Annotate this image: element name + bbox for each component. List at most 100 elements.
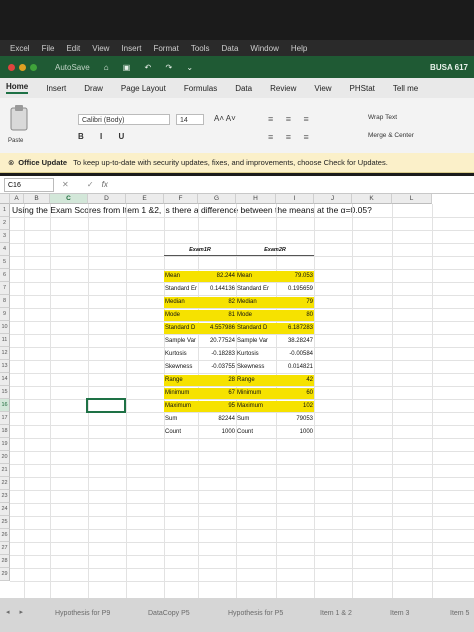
row-header-15[interactable]: 15 [0,386,10,399]
stats-value-1: 28 [198,375,236,386]
column-header-k[interactable]: K [352,194,392,204]
fx-icon[interactable]: fx [102,180,108,189]
mac-menu-window[interactable]: Window [250,44,278,53]
row-header-18[interactable]: 18 [0,425,10,438]
font-size-dropdown[interactable]: 14 [176,114,204,125]
tab-formulas[interactable]: Formulas [184,84,217,93]
row-header-27[interactable]: 27 [0,542,10,555]
stats-label-2: Minimum [236,388,276,399]
column-header-a[interactable]: A [10,194,24,204]
zoom-window-button[interactable] [30,63,37,71]
sheet-tab[interactable]: Item 5 [450,610,469,617]
row-header-25[interactable]: 25 [0,516,10,529]
row-header-10[interactable]: 10 [0,321,10,334]
sheet-tab[interactable]: Item 3 [390,610,409,617]
row-header-2[interactable]: 2 [0,217,10,230]
horizontal-align-buttons[interactable]: ≡ ≡ ≡ [268,132,314,142]
mac-menu-view[interactable]: View [92,44,109,53]
column-header-i[interactable]: I [276,194,314,204]
column-header-e[interactable]: E [126,194,164,204]
row-header-16[interactable]: 16 [0,399,10,412]
tab-data[interactable]: Data [235,84,252,93]
row-header-9[interactable]: 9 [0,308,10,321]
mac-menu-insert[interactable]: Insert [121,44,141,53]
row-gridline [10,321,474,322]
formula-controls[interactable]: ✕ ✓ [62,180,102,189]
row-header-13[interactable]: 13 [0,360,10,373]
stats-label-2: Standard Er [237,286,270,292]
font-name-dropdown[interactable]: Calibri (Body) [78,114,170,125]
font-grow-shrink-buttons[interactable]: A˄ A˅ [214,114,236,123]
select-all-corner[interactable] [0,194,10,204]
sheet-tab[interactable]: Hypothesis for P9 [55,610,110,617]
sheet-tab[interactable]: Item 1 & 2 [320,610,352,617]
wrap-text-button[interactable]: Wrap Text [368,114,397,121]
selected-cell[interactable] [86,398,126,413]
mac-menu-data[interactable]: Data [222,44,239,53]
tab-home[interactable]: Home [6,82,29,94]
column-header-c[interactable]: C [50,194,88,204]
row-header-12[interactable]: 12 [0,347,10,360]
row-header-21[interactable]: 21 [0,464,10,477]
row-header-29[interactable]: 29 [0,568,10,581]
worksheet-grid[interactable]: Using the Exam Scores from Item 1 &2, is… [0,194,474,598]
column-header-j[interactable]: J [314,194,352,204]
row-gridline [10,399,474,400]
row-header-11[interactable]: 11 [0,334,10,347]
merge-center-button[interactable]: Merge & Center [368,132,414,139]
stats-value-2: 79053 [296,416,313,422]
quick-access-toolbar[interactable]: ⌂ ▣ ↶ ↷ ⌄ [104,63,199,72]
column-header-g[interactable]: G [198,194,236,204]
mac-menu-excel[interactable]: Excel [10,44,30,53]
column-header-d[interactable]: D [88,194,126,204]
mac-menu-file[interactable]: File [42,44,55,53]
tab-insert[interactable]: Insert [46,84,66,93]
row-gridline [10,581,474,582]
close-icon[interactable]: ⊗ [8,158,14,167]
row-header-17[interactable]: 17 [0,412,10,425]
mac-menu-tools[interactable]: Tools [191,44,210,53]
row-header-22[interactable]: 22 [0,477,10,490]
column-header-f[interactable]: F [164,194,198,204]
autosave-toggle[interactable]: AutoSave [55,63,90,72]
sheet-tab[interactable]: DataCopy P5 [148,610,190,617]
tab-phstat[interactable]: PHStat [350,84,375,93]
row-header-3[interactable]: 3 [0,230,10,243]
stats-value-2: 60 [276,388,314,399]
sheet-tab[interactable]: Hypothesis for P5 [228,610,283,617]
row-header-28[interactable]: 28 [0,555,10,568]
close-window-button[interactable] [8,63,15,71]
vertical-align-buttons[interactable]: ≡ ≡ ≡ [268,114,314,124]
row-header-5[interactable]: 5 [0,256,10,269]
row-header-14[interactable]: 14 [0,373,10,386]
column-gridline [352,204,353,598]
name-box[interactable]: C16 [4,177,54,192]
sheet-nav-arrows[interactable]: ◂ ▸ [6,608,27,616]
row-header-1[interactable]: 1 [0,204,10,217]
column-header-h[interactable]: H [236,194,276,204]
mac-menu-help[interactable]: Help [291,44,307,53]
bold-italic-underline-buttons[interactable]: B I U [78,132,131,141]
mac-menu-format[interactable]: Format [153,44,178,53]
row-header-26[interactable]: 26 [0,529,10,542]
row-header-23[interactable]: 23 [0,490,10,503]
column-header-b[interactable]: B [24,194,50,204]
row-header-6[interactable]: 6 [0,269,10,282]
question-text: Using the Exam Scores from Item 1 &2, is… [12,205,372,215]
paste-icon[interactable] [8,104,30,134]
tab-review[interactable]: Review [270,84,296,93]
row-header-20[interactable]: 20 [0,451,10,464]
row-header-8[interactable]: 8 [0,295,10,308]
column-header-l[interactable]: L [392,194,432,204]
row-header-4[interactable]: 4 [0,243,10,256]
mac-menu-edit[interactable]: Edit [66,44,80,53]
tab-tell-me[interactable]: Tell me [393,84,418,93]
row-header-7[interactable]: 7 [0,282,10,295]
stats-value-2: 80 [276,310,314,321]
row-header-24[interactable]: 24 [0,503,10,516]
minimize-window-button[interactable] [19,63,26,71]
tab-draw[interactable]: Draw [84,84,103,93]
row-header-19[interactable]: 19 [0,438,10,451]
tab-page-layout[interactable]: Page Layout [121,84,166,93]
tab-view[interactable]: View [314,84,331,93]
